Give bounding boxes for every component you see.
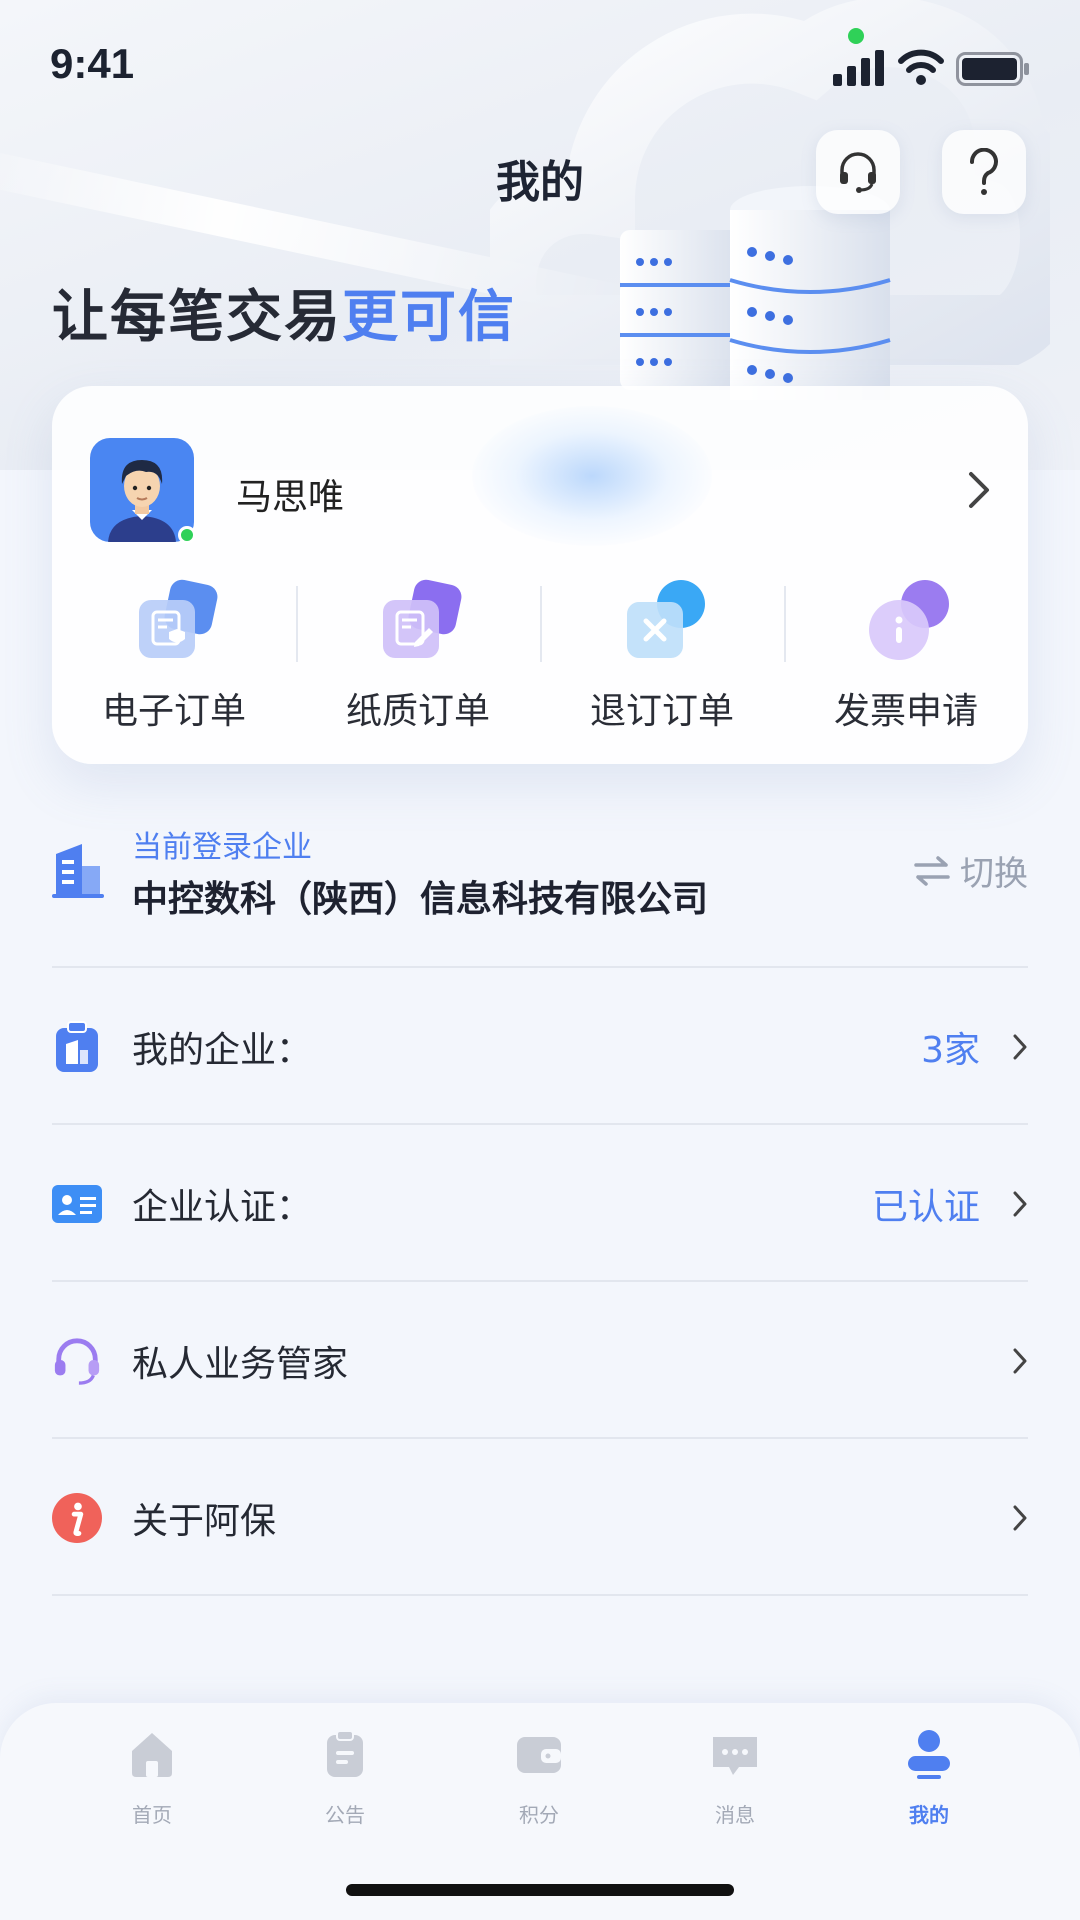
company-caption: 当前登录企业 [132, 830, 312, 865]
headset-icon [840, 152, 876, 193]
current-company: 当前登录企业 中控数科（陕西）信息科技有限公司 切换 [52, 820, 1028, 940]
profile-card: 马思唯 电子订单 纸质订单 退订订单 发票申请 [52, 386, 1028, 764]
quick-action-label: 退订订单 [589, 691, 734, 732]
paper-order-icon [373, 576, 463, 664]
menu-label: 我的企业： [132, 1030, 313, 1071]
menu-value: 3家 [921, 1030, 980, 1071]
menu-row-about[interactable]: 关于阿保 [52, 1441, 1028, 1595]
enterprise-icon [52, 1021, 102, 1073]
divider [52, 1437, 1028, 1439]
tab-label: 消息 [715, 1803, 755, 1827]
menu-label: 私人业务管家 [132, 1344, 349, 1385]
divider [52, 1280, 1028, 1282]
profile-icon [908, 1730, 950, 1779]
cellular-signal-icon [833, 50, 884, 86]
camera-indicator-icon [848, 28, 864, 44]
user-avatar-icon[interactable] [90, 438, 194, 542]
home-indicator [346, 1884, 734, 1896]
menu-row-business-butler[interactable]: 私人业务管家 [52, 1284, 1028, 1438]
question-icon [969, 148, 998, 195]
cancel-order-icon [617, 576, 707, 664]
status-time: 9:41 [50, 40, 135, 87]
chevron-right-icon [1013, 1348, 1027, 1374]
chevron-right-icon[interactable] [966, 470, 992, 510]
tab-home[interactable]: 首页 [92, 1729, 212, 1828]
online-status-dot [178, 526, 196, 544]
switch-company-button[interactable]: 切换 [914, 846, 1028, 895]
menu-label: 关于阿保 [132, 1501, 277, 1542]
quick-action-label: 电子订单 [101, 691, 246, 732]
chevron-right-icon [1013, 1034, 1027, 1060]
id-card-icon [52, 1178, 102, 1230]
switch-label: 切换 [960, 854, 1028, 894]
quick-action-e-order[interactable]: 电子订单 [52, 576, 296, 732]
tab-announcements[interactable]: 公告 [285, 1729, 405, 1828]
company-name: 中控数科（陕西）信息科技有限公司 [132, 879, 709, 920]
quick-action-label: 发票申请 [833, 691, 978, 732]
tab-messages[interactable]: 消息 [675, 1729, 795, 1828]
chevron-right-icon [1013, 1191, 1027, 1217]
divider [52, 1123, 1028, 1125]
menu-row-my-enterprises[interactable]: 我的企业： 3家 [52, 970, 1028, 1124]
e-order-icon [129, 576, 219, 664]
tab-label: 首页 [132, 1803, 172, 1827]
customer-service-button[interactable] [816, 130, 900, 214]
quick-actions: 电子订单 纸质订单 退订订单 发票申请 [52, 576, 1028, 732]
page-title: 我的 [496, 157, 584, 208]
tab-label: 积分 [519, 1803, 559, 1827]
wallet-icon [517, 1737, 561, 1773]
headset-icon [52, 1335, 102, 1387]
menu-row-certification[interactable]: 企业认证： 已认证 [52, 1127, 1028, 1281]
card-glow [472, 406, 712, 546]
home-icon [132, 1733, 172, 1777]
battery-icon [956, 52, 1029, 86]
slogan-main: 让每笔交易 [52, 285, 342, 350]
tab-label: 公告 [325, 1803, 365, 1827]
swap-arrows-icon [914, 855, 950, 886]
clipboard-icon [327, 1730, 363, 1777]
help-button[interactable] [942, 130, 1026, 214]
quick-action-paper-order[interactable]: 纸质订单 [296, 576, 540, 732]
invoice-icon [861, 576, 951, 664]
quick-action-label: 纸质订单 [345, 691, 490, 732]
wifi-icon [898, 49, 944, 85]
slogan: 让每笔交易更可信 [52, 272, 516, 353]
message-icon [713, 1737, 757, 1775]
user-name[interactable]: 马思唯 [236, 468, 344, 520]
slogan-highlight: 更可信 [342, 285, 516, 350]
menu-value: 已认证 [871, 1187, 980, 1228]
info-icon [52, 1492, 102, 1544]
chevron-right-icon [1013, 1505, 1027, 1531]
status-bar: 9:41 [0, 0, 1080, 140]
menu-label: 企业认证： [132, 1187, 313, 1228]
building-icon [52, 844, 104, 898]
quick-action-invoice[interactable]: 发票申请 [784, 576, 1028, 732]
quick-action-cancel-order[interactable]: 退订订单 [540, 576, 784, 732]
divider [52, 966, 1028, 968]
tab-mine[interactable]: 我的 [869, 1729, 989, 1828]
tab-points[interactable]: 积分 [479, 1729, 599, 1828]
tab-label: 我的 [909, 1803, 949, 1827]
divider [52, 1594, 1028, 1596]
